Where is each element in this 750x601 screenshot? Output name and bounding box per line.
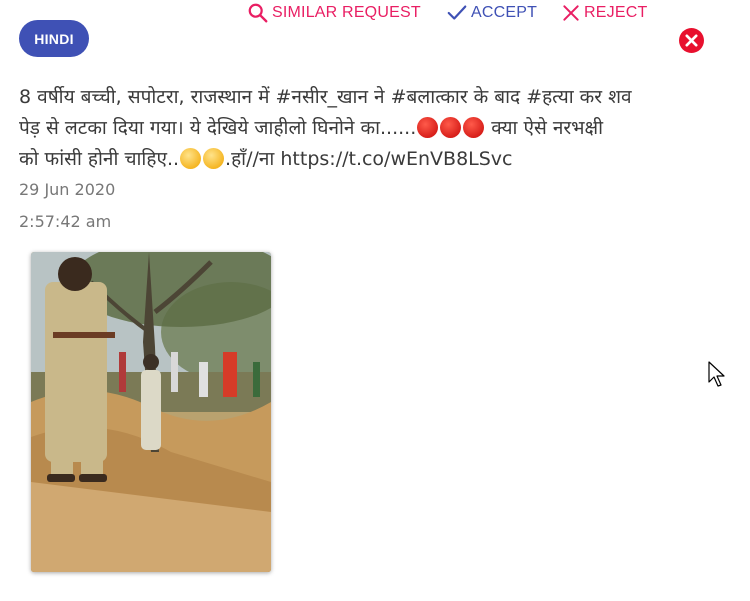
angry-face-emoji [463,117,485,138]
sad-sweat-face-emoji [203,148,225,169]
angry-face-emoji [440,117,462,138]
reject-label: REJECT [584,4,648,21]
tweet-line-3-tail: .हाँ//ना https://t.co/wEnVB8LSvc [225,148,513,170]
close-circle-icon [679,28,704,57]
angry-face-emoji [417,117,439,138]
reject-button[interactable]: REJECT [561,0,647,26]
tweet-time: 2:57:42 am [19,212,112,231]
x-icon [561,3,581,23]
tweet-line-2-tail: क्या ऐसे नरभक्षी [485,117,604,139]
check-icon [446,2,468,24]
search-icon [247,2,269,24]
sad-sweat-face-emoji [180,148,202,169]
tweet-image[interactable] [31,252,271,572]
close-button[interactable] [679,28,704,53]
tweet-date: 29 Jun 2020 [19,180,116,199]
similar-request-button[interactable]: SIMILAR REQUEST [247,0,421,26]
mouse-cursor-icon [708,361,728,393]
tweet-line-1: 8 वर्षीय बच्ची, सपोटरा, राजस्थान में #नस… [19,86,632,108]
language-chip[interactable]: HINDI [19,20,89,57]
accept-button[interactable]: ACCEPT [446,0,537,26]
tweet-text: 8 वर्षीय बच्ची, सपोटरा, राजस्थान में #नस… [19,82,731,175]
tweet-line-2: पेड़ से लटका दिया गया। ये देखिये जाहीलो … [19,117,417,139]
tweet-line-3: को फांसी होनी चाहिए.. [19,148,180,170]
similar-request-label: SIMILAR REQUEST [272,4,421,21]
accept-label: ACCEPT [471,4,538,21]
